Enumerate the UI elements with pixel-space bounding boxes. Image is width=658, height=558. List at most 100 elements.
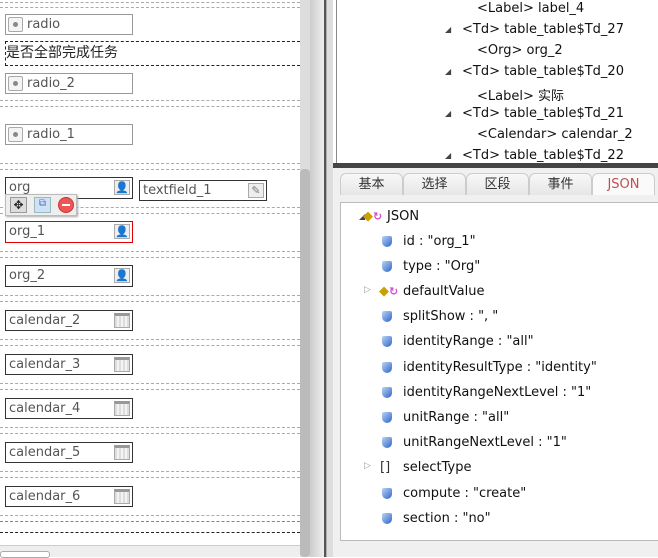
divider — [0, 169, 300, 170]
splitter[interactable] — [310, 0, 333, 557]
move-icon[interactable]: ✥ — [10, 197, 27, 213]
tree-item[interactable]: <Label> 实际 — [477, 85, 564, 104]
divider — [0, 251, 300, 252]
array-icon: [] — [380, 460, 391, 475]
org-field[interactable]: org_2 👤 — [5, 265, 133, 287]
tree-item[interactable]: <Label> label_4 — [477, 1, 584, 16]
expanded-arrow-icon: ◢ — [445, 151, 452, 160]
json-entry[interactable]: section : "no" — [382, 511, 491, 526]
json-entry[interactable]: unitRangeNextLevel : "1" — [382, 435, 567, 450]
divider — [0, 257, 300, 258]
json-entry[interactable]: id : "org_1" — [382, 234, 476, 249]
tree-item[interactable]: ◢ <Td> table_table$Td_27 — [445, 22, 624, 37]
calendar-field[interactable]: calendar_2 — [5, 310, 133, 331]
divider — [0, 100, 300, 101]
copy-icon[interactable]: ⧉ — [34, 197, 51, 213]
divider — [0, 163, 300, 164]
calendar-icon[interactable] — [114, 445, 130, 460]
divider — [0, 345, 300, 346]
json-entry[interactable]: ▷ ◆↻ defaultValue — [364, 284, 484, 299]
radio-icon — [8, 17, 23, 32]
properties-panel: 基本 选择 区段 事件 JSON ◢ ◆↻ JSON id : "org_1" ty… — [333, 168, 658, 557]
json-entry[interactable]: identityRange : "all" — [382, 334, 534, 349]
divider — [0, 427, 300, 428]
json-entry[interactable]: identityRangeNextLevel : "1" — [382, 385, 591, 400]
tree-item[interactable]: ◢ <Td> table_table$Td_20 — [445, 64, 624, 79]
divider — [0, 295, 300, 296]
calendar-icon[interactable] — [114, 489, 130, 504]
calendar-field[interactable]: calendar_4 — [5, 398, 133, 419]
radio-field[interactable]: radio_2 — [5, 73, 133, 94]
calendar-field[interactable]: calendar_3 — [5, 354, 133, 375]
divider — [0, 477, 300, 478]
radio-field[interactable]: radio_1 — [5, 124, 133, 145]
scroll-thumb[interactable] — [300, 169, 310, 557]
divider — [0, 471, 300, 472]
property-icon — [382, 362, 392, 373]
tab-events[interactable]: 事件 — [529, 173, 592, 195]
expanded-arrow-icon: ◢ — [445, 67, 452, 76]
delete-icon[interactable] — [58, 197, 74, 213]
property-icon — [382, 513, 392, 524]
divider — [0, 389, 300, 390]
calendar-icon[interactable] — [114, 401, 130, 416]
tree-item[interactable]: <Org> org_2 — [477, 43, 563, 58]
json-root[interactable]: ◢ ◆↻ JSON — [359, 209, 419, 224]
json-entry[interactable]: ▷[] selectType — [364, 460, 472, 475]
calendar-field[interactable]: calendar_6 — [5, 486, 133, 507]
property-icon — [382, 311, 392, 322]
collapsed-arrow-icon: ▷ — [364, 285, 371, 295]
tab-section[interactable]: 区段 — [466, 173, 529, 195]
divider — [0, 7, 300, 8]
divider — [0, 301, 300, 302]
object-icon: ◆↻ — [379, 284, 399, 299]
label-text[interactable]: 是否全部完成任务 — [5, 41, 300, 66]
expanded-arrow-icon: ◢ — [445, 109, 452, 118]
horizontal-scrollbar[interactable] — [0, 545, 300, 558]
property-icon — [382, 387, 392, 398]
element-toolbar: ✥ ⧉ — [5, 194, 77, 216]
expanded-arrow-icon: ◢ — [445, 25, 452, 34]
textfield[interactable]: textfield_1 ✎ — [139, 180, 267, 201]
property-icon — [382, 336, 392, 347]
divider — [0, 383, 300, 384]
edit-icon[interactable]: ✎ — [248, 183, 264, 198]
calendar-icon[interactable] — [114, 357, 130, 372]
divider — [0, 515, 300, 516]
radio-icon — [8, 76, 23, 91]
collapsed-arrow-icon: ▷ — [364, 461, 371, 471]
json-entry[interactable]: unitRange : "all" — [382, 410, 509, 425]
property-icon — [382, 236, 392, 247]
divider — [0, 2, 300, 3]
vertical-scrollbar[interactable] — [300, 0, 310, 557]
tree-item[interactable]: <Calendar> calendar_2 — [477, 127, 633, 142]
property-icon — [382, 437, 392, 448]
tab-json[interactable]: JSON — [592, 173, 655, 195]
json-tree: ◢ ◆↻ JSON id : "org_1" type : "Org" ▷ ◆↻ def… — [340, 202, 658, 541]
divider — [0, 521, 300, 522]
object-icon: ◆↻ — [363, 209, 383, 224]
json-entry[interactable]: compute : "create" — [382, 486, 526, 501]
json-entry[interactable]: identityResultType : "identity" — [382, 360, 597, 375]
property-icon — [382, 488, 392, 499]
calendar-icon[interactable] — [114, 313, 130, 328]
component-tree: <Label> label_4 ◢ <Td> table_table$Td_27 … — [336, 0, 658, 163]
user-icon[interactable]: 👤 — [114, 224, 130, 239]
org-field-selected[interactable]: org_1 👤 — [5, 221, 133, 243]
tab-select[interactable]: 选择 — [403, 173, 466, 195]
user-icon[interactable]: 👤 — [114, 268, 130, 283]
calendar-field[interactable]: calendar_5 — [5, 442, 133, 463]
tree-item[interactable]: ◢ <Td> table_table$Td_21 — [445, 106, 624, 121]
divider — [0, 339, 300, 340]
tree-item[interactable]: ◢ <Td> table_table$Td_22 — [445, 148, 624, 163]
json-entry[interactable]: type : "Org" — [382, 259, 480, 274]
property-icon — [382, 412, 392, 423]
property-icon — [382, 261, 392, 272]
radio-icon — [8, 127, 23, 142]
divider — [0, 433, 300, 434]
user-icon[interactable]: 👤 — [114, 180, 130, 195]
json-entry[interactable]: splitShow : ", " — [382, 309, 498, 324]
radio-field[interactable]: radio — [5, 14, 133, 35]
tab-basic[interactable]: 基本 — [340, 173, 403, 195]
divider — [0, 532, 300, 533]
